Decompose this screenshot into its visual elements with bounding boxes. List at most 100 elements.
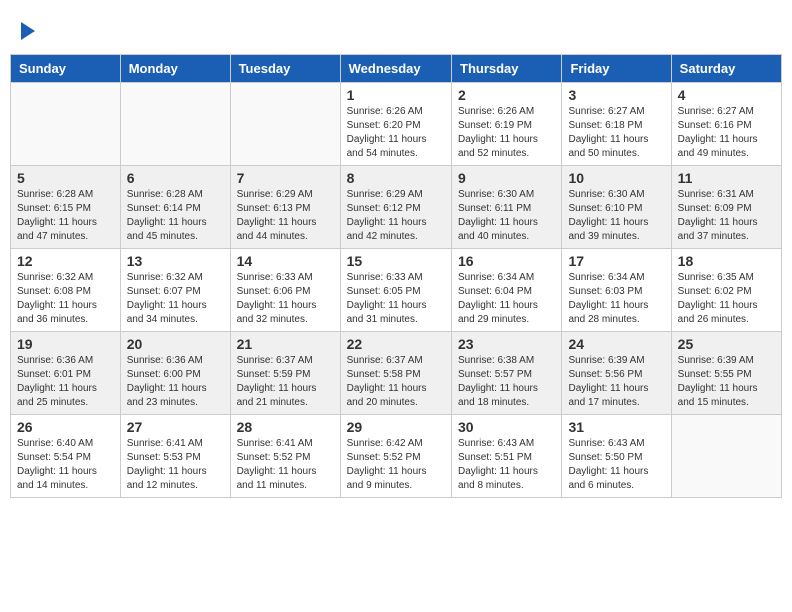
day-info: Sunrise: 6:34 AMSunset: 6:03 PMDaylight:… [568,271,664,327]
day-number: 14 [237,253,334,269]
day-number: 15 [347,253,445,269]
day-info: Sunrise: 6:29 AMSunset: 6:12 PMDaylight:… [347,188,445,244]
day-info: Sunrise: 6:27 AMSunset: 6:16 PMDaylight:… [678,105,775,161]
weekday-header-tuesday: Tuesday [230,55,340,83]
day-number: 1 [347,87,445,103]
day-info: Sunrise: 6:43 AMSunset: 5:50 PMDaylight:… [568,437,664,493]
calendar-day-cell [230,83,340,166]
calendar-day-cell [11,83,121,166]
calendar-day-cell: 11Sunrise: 6:31 AMSunset: 6:09 PMDayligh… [671,166,781,249]
day-info: Sunrise: 6:29 AMSunset: 6:13 PMDaylight:… [237,188,334,244]
day-info: Sunrise: 6:43 AMSunset: 5:51 PMDaylight:… [458,437,555,493]
day-number: 23 [458,336,555,352]
day-info: Sunrise: 6:38 AMSunset: 5:57 PMDaylight:… [458,354,555,410]
day-info: Sunrise: 6:33 AMSunset: 6:05 PMDaylight:… [347,271,445,327]
calendar-day-cell: 7 Sunrise: 6:29 AMSunset: 6:13 PMDaylight… [230,166,340,249]
weekday-header-row: SundayMondayTuesdayWednesdayThursdayFrid… [11,55,782,83]
calendar-day-cell: 18 Sunrise: 6:35 AMSunset: 6:02 PMDayligh… [671,249,781,332]
calendar-day-cell: 24 Sunrise: 6:39 AMSunset: 5:56 PMDayligh… [562,332,671,415]
day-info: Sunrise: 6:26 AMSunset: 6:19 PMDaylight:… [458,105,555,161]
calendar-day-cell: 20Sunrise: 6:36 AMSunset: 6:00 PMDayligh… [120,332,230,415]
day-info: Sunrise: 6:28 AMSunset: 6:14 PMDaylight:… [127,188,224,244]
calendar-day-cell: 1Sunrise: 6:26 AMSunset: 6:20 PMDaylight… [340,83,451,166]
day-number: 30 [458,419,555,435]
day-info: Sunrise: 6:39 AMSunset: 5:56 PMDaylight:… [568,354,664,410]
day-number: 18 [678,253,775,269]
calendar-week-row: 19Sunrise: 6:36 AMSunset: 6:01 PMDayligh… [11,332,782,415]
day-number: 12 [17,253,114,269]
day-number: 28 [237,419,334,435]
calendar-day-cell: 16Sunrise: 6:34 AMSunset: 6:04 PMDayligh… [452,249,562,332]
calendar-day-cell: 10 Sunrise: 6:30 AMSunset: 6:10 PMDayligh… [562,166,671,249]
calendar-day-cell [671,415,781,498]
day-number: 10 [568,170,664,186]
day-number: 11 [678,170,775,186]
calendar-day-cell: 3 Sunrise: 6:27 AMSunset: 6:18 PMDaylight… [562,83,671,166]
calendar-day-cell: 23 Sunrise: 6:38 AMSunset: 5:57 PMDayligh… [452,332,562,415]
weekday-header-wednesday: Wednesday [340,55,451,83]
day-number: 26 [17,419,114,435]
calendar-day-cell: 14 Sunrise: 6:33 AMSunset: 6:06 PMDayligh… [230,249,340,332]
day-info: Sunrise: 6:27 AMSunset: 6:18 PMDaylight:… [568,105,664,161]
calendar-day-cell: 22 Sunrise: 6:37 AMSunset: 5:58 PMDayligh… [340,332,451,415]
day-info: Sunrise: 6:28 AMSunset: 6:15 PMDaylight:… [17,188,114,244]
calendar-day-cell: 19Sunrise: 6:36 AMSunset: 6:01 PMDayligh… [11,332,121,415]
day-info: Sunrise: 6:32 AMSunset: 6:08 PMDaylight:… [17,271,114,327]
calendar-day-cell: 4 Sunrise: 6:27 AMSunset: 6:16 PMDaylight… [671,83,781,166]
day-number: 25 [678,336,775,352]
calendar-day-cell: 26 Sunrise: 6:40 AMSunset: 5:54 PMDayligh… [11,415,121,498]
logo [18,15,35,41]
day-info: Sunrise: 6:41 AMSunset: 5:52 PMDaylight:… [237,437,334,493]
day-number: 17 [568,253,664,269]
calendar-table: SundayMondayTuesdayWednesdayThursdayFrid… [10,54,782,498]
weekday-header-thursday: Thursday [452,55,562,83]
day-number: 24 [568,336,664,352]
day-number: 16 [458,253,555,269]
calendar-day-cell: 5 Sunrise: 6:28 AMSunset: 6:15 PMDaylight… [11,166,121,249]
calendar-day-cell: 15 Sunrise: 6:33 AMSunset: 6:05 PMDayligh… [340,249,451,332]
day-number: 22 [347,336,445,352]
calendar-day-cell: 30 Sunrise: 6:43 AMSunset: 5:51 PMDayligh… [452,415,562,498]
weekday-header-monday: Monday [120,55,230,83]
day-info: Sunrise: 6:40 AMSunset: 5:54 PMDaylight:… [17,437,114,493]
calendar-week-row: 1Sunrise: 6:26 AMSunset: 6:20 PMDaylight… [11,83,782,166]
day-number: 7 [237,170,334,186]
day-number: 31 [568,419,664,435]
weekday-header-friday: Friday [562,55,671,83]
day-number: 4 [678,87,775,103]
day-number: 29 [347,419,445,435]
day-number: 9 [458,170,555,186]
calendar-day-cell: 27Sunrise: 6:41 AMSunset: 5:53 PMDayligh… [120,415,230,498]
day-number: 13 [127,253,224,269]
day-number: 3 [568,87,664,103]
calendar-day-cell: 28 Sunrise: 6:41 AMSunset: 5:52 PMDayligh… [230,415,340,498]
calendar-day-cell: 31 Sunrise: 6:43 AMSunset: 5:50 PMDayligh… [562,415,671,498]
day-info: Sunrise: 6:42 AMSunset: 5:52 PMDaylight:… [347,437,445,493]
day-number: 2 [458,87,555,103]
day-info: Sunrise: 6:36 AMSunset: 6:01 PMDaylight:… [17,354,114,410]
weekday-header-saturday: Saturday [671,55,781,83]
day-number: 27 [127,419,224,435]
day-number: 5 [17,170,114,186]
day-number: 21 [237,336,334,352]
calendar-day-cell: 12 Sunrise: 6:32 AMSunset: 6:08 PMDayligh… [11,249,121,332]
calendar-week-row: 12 Sunrise: 6:32 AMSunset: 6:08 PMDayligh… [11,249,782,332]
calendar-day-cell: 25 Sunrise: 6:39 AMSunset: 5:55 PMDayligh… [671,332,781,415]
calendar-day-cell: 17 Sunrise: 6:34 AMSunset: 6:03 PMDayligh… [562,249,671,332]
day-info: Sunrise: 6:32 AMSunset: 6:07 PMDaylight:… [127,271,224,327]
day-number: 20 [127,336,224,352]
day-info: Sunrise: 6:35 AMSunset: 6:02 PMDaylight:… [678,271,775,327]
day-number: 6 [127,170,224,186]
day-info: Sunrise: 6:37 AMSunset: 5:58 PMDaylight:… [347,354,445,410]
day-info: Sunrise: 6:30 AMSunset: 6:10 PMDaylight:… [568,188,664,244]
calendar-week-row: 26 Sunrise: 6:40 AMSunset: 5:54 PMDayligh… [11,415,782,498]
calendar-day-cell: 29 Sunrise: 6:42 AMSunset: 5:52 PMDayligh… [340,415,451,498]
calendar-week-row: 5 Sunrise: 6:28 AMSunset: 6:15 PMDaylight… [11,166,782,249]
calendar-day-cell: 6 Sunrise: 6:28 AMSunset: 6:14 PMDaylight… [120,166,230,249]
day-info: Sunrise: 6:33 AMSunset: 6:06 PMDaylight:… [237,271,334,327]
day-info: Sunrise: 6:39 AMSunset: 5:55 PMDaylight:… [678,354,775,410]
logo-icon [21,22,35,40]
calendar-day-cell: 9Sunrise: 6:30 AMSunset: 6:11 PMDaylight… [452,166,562,249]
page-header [10,10,782,46]
calendar-day-cell: 8Sunrise: 6:29 AMSunset: 6:12 PMDaylight… [340,166,451,249]
